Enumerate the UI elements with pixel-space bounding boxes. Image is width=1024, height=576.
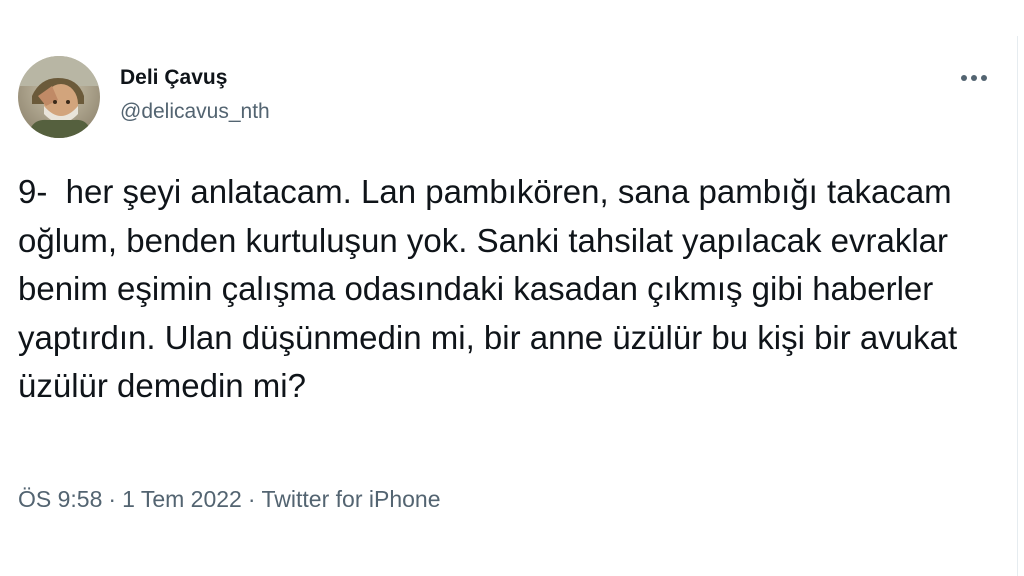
avatar-image	[18, 56, 100, 138]
separator: ·	[247, 486, 256, 512]
tweet-text: 9- her şeyi anlatacam. Lan pambıkören, s…	[18, 173, 967, 404]
author-display-name[interactable]: Deli Çavuş	[120, 64, 270, 92]
card-border	[1017, 36, 1018, 576]
tweet-time[interactable]: ÖS 9:58	[18, 486, 102, 512]
author-handle[interactable]: @delicavus_nth	[120, 98, 270, 126]
separator: ·	[108, 486, 117, 512]
more-options-icon	[961, 75, 987, 81]
more-options-button[interactable]	[954, 64, 994, 92]
tweet-metadata: ÖS 9:58 · 1 Tem 2022 · Twitter for iPhone	[18, 484, 440, 514]
avatar[interactable]	[18, 56, 100, 138]
tweet-card: Deli Çavuş @delicavus_nth 9- her şeyi an…	[0, 0, 1024, 576]
tweet-date[interactable]: 1 Tem 2022	[122, 486, 242, 512]
author-info: Deli Çavuş @delicavus_nth	[120, 64, 270, 126]
tweet-source[interactable]: Twitter for iPhone	[262, 486, 441, 512]
